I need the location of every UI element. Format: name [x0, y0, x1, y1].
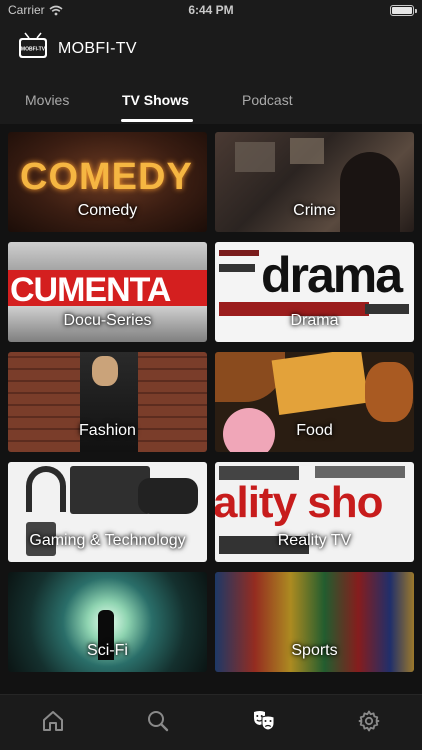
drama-art-text: drama: [261, 247, 403, 303]
app-header: MOBFI-TV MOBFI-TV: [0, 22, 422, 78]
drama-word-2: [219, 264, 255, 272]
category-card-sports[interactable]: Sports: [215, 572, 414, 672]
category-label-drama: Drama: [290, 312, 339, 329]
food-pastry: [365, 362, 413, 422]
category-card-docu-series[interactable]: CUMENTA Docu-Series: [8, 242, 207, 342]
category-card-gaming-technology[interactable]: Gaming & Technology: [8, 462, 207, 562]
tab-tv-shows[interactable]: TV Shows: [122, 92, 189, 108]
category-card-fashion[interactable]: Fashion: [8, 352, 207, 452]
tab-movies[interactable]: Movies: [25, 92, 69, 108]
category-label-fashion: Fashion: [79, 422, 136, 439]
search-icon[interactable]: [146, 709, 170, 733]
crime-photo-2: [290, 138, 324, 164]
status-time: 6:44 PM: [188, 3, 234, 17]
category-card-drama[interactable]: drama Drama: [215, 242, 414, 342]
app-title: MOBFI-TV: [58, 40, 137, 57]
comedy-art-text: COMEDY: [20, 156, 193, 198]
logo-text: MOBFI-TV: [21, 47, 46, 53]
active-tab-indicator: [121, 119, 193, 122]
battery-icon: [390, 5, 417, 16]
battery-fill: [392, 7, 412, 14]
fashion-bag: [92, 356, 118, 386]
drama-word-1: [219, 250, 259, 256]
theater-masks-icon[interactable]: [252, 709, 276, 733]
category-card-reality-tv[interactable]: ality sho Reality TV: [215, 462, 414, 562]
category-card-food[interactable]: Food: [215, 352, 414, 452]
category-label-sci-fi: Sci-Fi: [87, 642, 128, 659]
category-tabs: Movies TV Shows Podcast: [0, 78, 422, 124]
reality-art-text: ality sho: [215, 478, 383, 527]
tab-podcast[interactable]: Podcast: [242, 92, 293, 108]
settings-gear-icon[interactable]: [357, 709, 381, 733]
category-label-gaming-technology: Gaming & Technology: [29, 532, 186, 549]
category-label-comedy: Comedy: [77, 202, 138, 219]
category-card-comedy[interactable]: COMEDY Comedy: [8, 132, 207, 232]
gaming-vr-headset: [138, 478, 198, 514]
category-label-sports: Sports: [291, 642, 338, 659]
bottom-navigation: [0, 694, 422, 750]
crime-photo-1: [235, 142, 275, 172]
category-card-sci-fi[interactable]: Sci-Fi: [8, 572, 207, 672]
home-icon[interactable]: [41, 709, 65, 733]
category-label-docu-series: Docu-Series: [63, 312, 152, 329]
category-card-crime[interactable]: Crime: [215, 132, 414, 232]
category-label-reality-tv: Reality TV: [277, 532, 352, 549]
gaming-headphones: [26, 466, 66, 512]
category-label-crime: Crime: [293, 202, 336, 219]
category-grid: COMEDY Comedy Crime CUMENTA Docu-Series …: [0, 124, 422, 694]
category-label-food: Food: [296, 422, 333, 439]
reality-word-2: [315, 466, 405, 478]
tv-logo-icon: MOBFI-TV: [19, 32, 47, 58]
status-bar: Carrier 6:44 PM: [0, 0, 422, 22]
docu-art-text: CUMENTA: [10, 271, 171, 309]
crime-silhouette: [340, 152, 400, 232]
